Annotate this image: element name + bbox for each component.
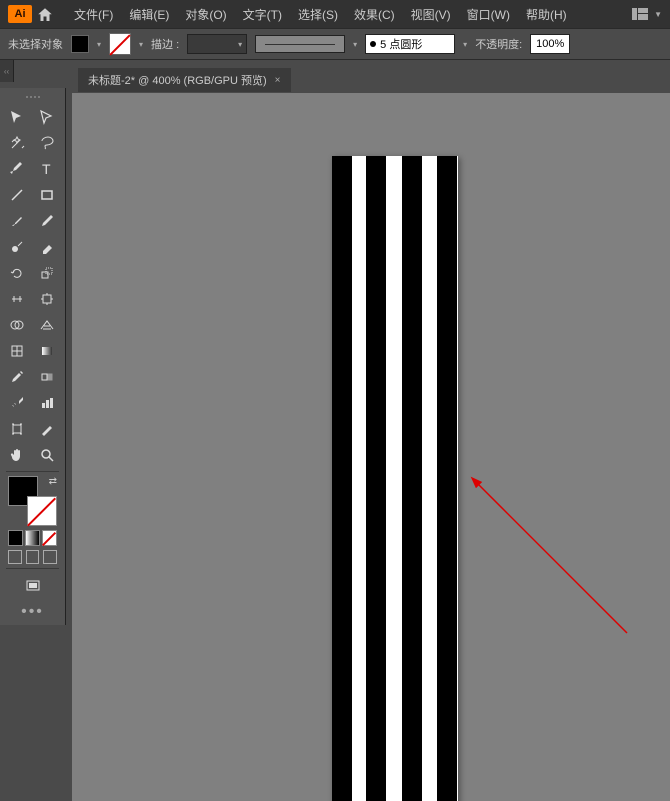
symbol-sprayer-tool[interactable] <box>2 390 32 416</box>
canvas-area[interactable] <box>72 93 670 801</box>
document-tab[interactable]: 未标题-2* @ 400% (RGB/GPU 预览) × <box>78 68 291 92</box>
slice-tool[interactable] <box>32 416 62 442</box>
stripe-rect <box>366 156 386 801</box>
color-mode-gradient[interactable] <box>25 530 40 546</box>
artboard-tool[interactable] <box>2 416 32 442</box>
menu-window[interactable]: 窗口(W) <box>461 2 516 27</box>
swap-fill-stroke-icon[interactable]: ⇄ <box>49 476 57 487</box>
menu-effect[interactable]: 效果(C) <box>348 2 401 27</box>
svg-text:T: T <box>42 161 51 177</box>
stripe-rect <box>402 156 422 801</box>
panel-grip[interactable] <box>2 92 63 102</box>
control-bar: 未选择对象 ▾ ▾ 描边 : ▾ ▾ 5 点圆形 ▾ 不透明度: 100% <box>0 28 670 60</box>
document-tab-bar: 未标题-2* @ 400% (RGB/GPU 预览) × <box>78 68 291 92</box>
color-mode-none[interactable] <box>42 530 57 546</box>
draw-behind-icon[interactable] <box>26 550 40 564</box>
opacity-value[interactable]: 100% <box>530 34 570 54</box>
brush-profile-dropdown[interactable]: 5 点圆形 <box>365 34 455 54</box>
document-tab-title: 未标题-2* @ 400% (RGB/GPU 预览) <box>88 72 267 88</box>
stripe-rect <box>332 156 352 801</box>
scale-tool[interactable] <box>32 260 62 286</box>
menu-view[interactable]: 视图(V) <box>405 2 457 27</box>
workspace-layout-icon[interactable] <box>632 8 648 20</box>
menu-file[interactable]: 文件(F) <box>68 2 119 27</box>
opacity-label: 不透明度: <box>475 36 522 52</box>
column-graph-tool[interactable] <box>32 390 62 416</box>
menu-bar: Ai 文件(F) 编辑(E) 对象(O) 文字(T) 选择(S) 效果(C) 视… <box>0 0 670 28</box>
blob-brush-tool[interactable] <box>2 234 32 260</box>
chevron-down-icon[interactable]: ▾ <box>97 40 101 49</box>
toolbox: T <box>0 88 66 625</box>
stroke-preview[interactable] <box>255 35 345 53</box>
selection-status-label: 未选择对象 <box>8 36 63 52</box>
hand-tool[interactable] <box>2 442 32 468</box>
zoom-tool[interactable] <box>32 442 62 468</box>
free-transform-tool[interactable] <box>32 286 62 312</box>
type-tool[interactable]: T <box>32 156 62 182</box>
rotate-tool[interactable] <box>2 260 32 286</box>
width-tool[interactable] <box>2 286 32 312</box>
perspective-grid-tool[interactable] <box>32 312 62 338</box>
close-icon[interactable]: × <box>275 75 281 86</box>
selection-tool[interactable] <box>2 104 32 130</box>
expand-handle-icon: ‹‹ <box>4 67 9 76</box>
lasso-tool[interactable] <box>32 130 62 156</box>
magic-wand-tool[interactable] <box>2 130 32 156</box>
chevron-down-icon[interactable]: ▾ <box>463 40 467 49</box>
menu-select[interactable]: 选择(S) <box>292 2 344 27</box>
artboard <box>332 156 458 801</box>
app-logo: Ai <box>8 5 32 23</box>
chevron-down-icon[interactable]: ▼ <box>654 10 662 19</box>
stroke-weight-dropdown[interactable]: ▾ <box>187 34 247 54</box>
brush-profile-value: 5 点圆形 <box>380 36 422 52</box>
line-tool[interactable] <box>2 182 32 208</box>
home-icon[interactable] <box>36 6 54 22</box>
dot-icon <box>370 41 376 47</box>
edit-toolbar-button[interactable]: ••• <box>2 603 63 621</box>
stroke-swatch[interactable] <box>109 33 131 55</box>
menu-help[interactable]: 帮助(H) <box>520 2 573 27</box>
shape-builder-tool[interactable] <box>2 312 32 338</box>
chevron-down-icon[interactable]: ▾ <box>139 40 143 49</box>
menu-object[interactable]: 对象(O) <box>179 2 232 27</box>
menu-edit[interactable]: 编辑(E) <box>123 2 175 27</box>
draw-normal-icon[interactable] <box>8 550 22 564</box>
rectangle-tool[interactable] <box>32 182 62 208</box>
fill-swatch[interactable] <box>71 35 89 53</box>
mesh-tool[interactable] <box>2 338 32 364</box>
eraser-tool[interactable] <box>32 234 62 260</box>
direct-selection-tool[interactable] <box>32 104 62 130</box>
toolbox-stroke-swatch[interactable] <box>27 496 57 526</box>
screen-mode-tool[interactable] <box>18 573 48 599</box>
gradient-tool[interactable] <box>32 338 62 364</box>
blend-tool[interactable] <box>32 364 62 390</box>
annotation-arrow <box>467 473 637 643</box>
eyedropper-tool[interactable] <box>2 364 32 390</box>
pencil-tool[interactable] <box>32 208 62 234</box>
color-mode-solid[interactable] <box>8 530 23 546</box>
stripe-rect <box>437 156 457 801</box>
chevron-down-icon[interactable]: ▾ <box>353 40 357 49</box>
stroke-label: 描边 : <box>151 36 179 52</box>
pen-tool[interactable] <box>2 156 32 182</box>
menu-type[interactable]: 文字(T) <box>237 2 288 27</box>
fill-stroke-swatches[interactable]: ⇄ <box>8 476 57 526</box>
collapsed-panel-dock[interactable]: ‹‹ <box>0 60 14 82</box>
draw-inside-icon[interactable] <box>43 550 57 564</box>
paintbrush-tool[interactable] <box>2 208 32 234</box>
